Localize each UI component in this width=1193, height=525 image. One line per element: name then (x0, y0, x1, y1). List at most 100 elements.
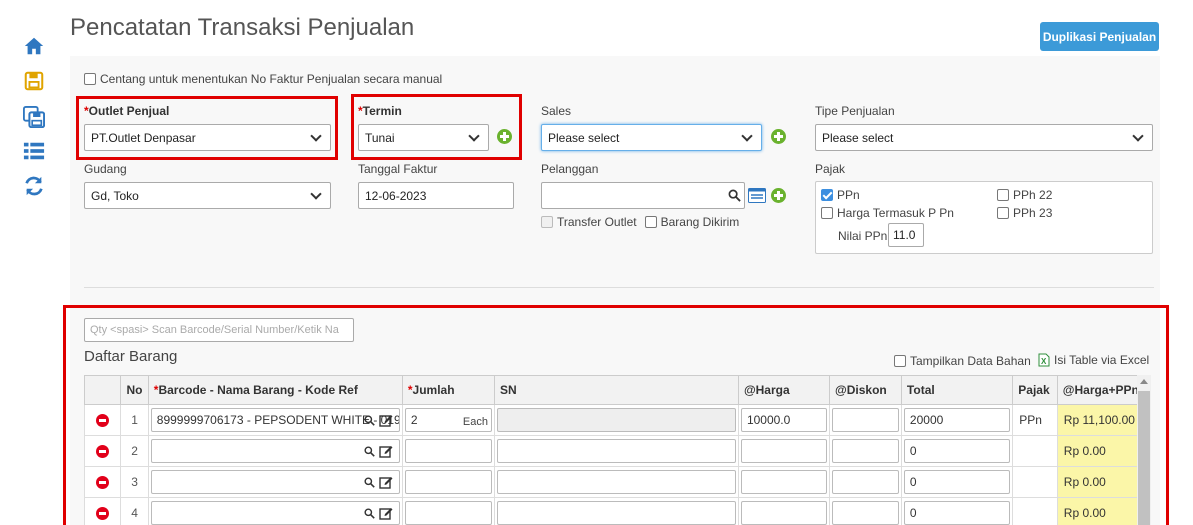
excel-import-link[interactable]: X Isi Table via Excel (1038, 353, 1149, 367)
scroll-thumb[interactable] (1138, 391, 1150, 525)
harga-termasuk-option[interactable]: Harga Termasuk P Pn (821, 206, 954, 220)
total-input[interactable]: 20000 (903, 408, 1011, 432)
barcode-input[interactable] (150, 439, 400, 463)
gudang-select[interactable]: Gd, Toko (84, 182, 331, 209)
sn-input[interactable] (496, 439, 736, 463)
jumlah-cell (401, 435, 495, 467)
barang-dikirim-checkbox[interactable] (644, 216, 657, 228)
harga-input[interactable] (740, 470, 828, 494)
barcode-cell (147, 466, 403, 498)
delete-row-icon[interactable] (96, 413, 110, 427)
jumlah-input[interactable] (404, 439, 492, 463)
pph23-option[interactable]: PPh 23 (997, 206, 1052, 220)
add-sales-icon[interactable] (771, 129, 786, 144)
sn-input[interactable] (496, 408, 736, 432)
pph22-option[interactable]: PPh 22 (997, 188, 1052, 202)
transfer-outlet-option[interactable]: Transfer Outlet Barang Dikirim (541, 215, 739, 229)
barcode-input[interactable] (150, 501, 400, 525)
diskon-input[interactable] (832, 408, 899, 432)
termin-select[interactable]: Tunai (358, 124, 489, 151)
manual-invoice-checkbox[interactable] (84, 73, 96, 85)
chevron-down-icon (310, 129, 322, 142)
jumlah-cell: 2 Each (401, 404, 495, 436)
ppn-option[interactable]: PPn (821, 188, 860, 202)
delete-row-icon[interactable] (96, 444, 110, 458)
show-material-checkbox[interactable] (894, 355, 906, 367)
sn-input[interactable] (496, 470, 736, 494)
diskon-input[interactable] (832, 501, 899, 525)
customer-list-icon[interactable] (748, 188, 766, 203)
edit-icon[interactable] (379, 444, 393, 458)
row-no: 2 (120, 435, 149, 467)
diskon-input[interactable] (832, 439, 899, 463)
barcode-input[interactable] (150, 470, 400, 494)
harga-cell: 10000.0 (737, 404, 831, 436)
search-icon[interactable] (364, 477, 375, 488)
sales-select[interactable]: Please select (541, 124, 762, 151)
diskon-input[interactable] (832, 470, 899, 494)
transfer-outlet-checkbox[interactable] (541, 216, 553, 228)
icon-rail (0, 0, 66, 525)
ppn-checkbox[interactable] (821, 189, 833, 201)
search-icon[interactable] (364, 415, 375, 426)
add-termin-icon[interactable] (497, 129, 512, 144)
search-icon[interactable] (364, 446, 375, 457)
show-material-option[interactable]: Tampilkan Data Bahan (894, 354, 1031, 368)
harga-input[interactable]: 10000.0 (740, 408, 828, 432)
row-delete-cell (83, 435, 122, 467)
pajak-label: Pajak (815, 162, 846, 176)
sn-cell (493, 466, 739, 498)
edit-icon[interactable] (379, 475, 393, 489)
svg-text:X: X (1041, 357, 1047, 366)
manual-invoice-option[interactable]: Centang untuk menentukan No Faktur Penju… (84, 72, 442, 86)
harga-input[interactable] (740, 501, 828, 525)
search-icon[interactable] (728, 189, 741, 202)
tipe-select[interactable]: Please select (815, 124, 1153, 151)
total-input[interactable]: 0 (903, 470, 1011, 494)
save-icon[interactable] (22, 69, 46, 93)
barcode-input[interactable]: 8999999706173 - PEPSODENT WHITE - 0190 (150, 408, 400, 432)
pajak-cell (1012, 466, 1058, 498)
tipe-label: Tipe Penjualan (815, 104, 895, 118)
jumlah-input[interactable] (404, 470, 492, 494)
nilai-ppn-label: Nilai PPn (838, 229, 888, 243)
refresh-icon[interactable] (22, 174, 46, 198)
home-icon[interactable] (22, 34, 46, 58)
outlet-select[interactable]: PT.Outlet Denpasar (84, 124, 331, 151)
tanggal-label: Tanggal Faktur (358, 162, 438, 176)
chevron-down-icon (310, 187, 322, 200)
harga-termasuk-checkbox[interactable] (821, 207, 833, 219)
delete-row-icon[interactable] (96, 475, 110, 489)
table-scrollbar[interactable] (1137, 375, 1151, 525)
duplicate-sale-button[interactable]: Duplikasi Penjualan (1040, 22, 1159, 51)
table-header: No *Barcode - Nama Barang - Kode Ref *Ju… (83, 375, 1152, 405)
sales-label: Sales (541, 104, 572, 118)
delete-row-icon[interactable] (96, 506, 110, 520)
jumlah-input[interactable] (404, 501, 492, 525)
jumlah-input[interactable]: 2 Each (404, 408, 492, 432)
edit-icon[interactable] (379, 506, 393, 520)
add-customer-icon[interactable] (771, 188, 786, 203)
show-material-label: Tampilkan Data Bahan (910, 354, 1031, 368)
col-sn: SN (493, 375, 739, 405)
row-delete-cell (83, 466, 122, 498)
harga-cell (737, 497, 831, 525)
pph23-checkbox[interactable] (997, 207, 1009, 219)
save-as-icon[interactable] (22, 105, 46, 129)
nilai-ppn-input[interactable]: 11.0 (888, 223, 924, 247)
total-input[interactable]: 0 (903, 439, 1011, 463)
pph22-checkbox[interactable] (997, 189, 1009, 201)
harga-input[interactable] (740, 439, 828, 463)
tanggal-input[interactable]: 12-06-2023 (358, 182, 514, 209)
sn-input[interactable] (496, 501, 736, 525)
list-icon[interactable] (22, 139, 46, 163)
search-icon[interactable] (364, 508, 375, 519)
scan-barcode-input[interactable]: Qty <spasi> Scan Barcode/Serial Number/K… (84, 318, 354, 342)
total-input[interactable]: 0 (903, 501, 1011, 525)
chevron-down-icon (741, 129, 753, 142)
edit-icon[interactable] (379, 413, 393, 427)
pelanggan-input[interactable] (541, 182, 745, 209)
col-total: Total (900, 375, 1014, 405)
col-jumlah: *Jumlah (401, 375, 495, 405)
scroll-up-icon[interactable] (1140, 379, 1148, 384)
